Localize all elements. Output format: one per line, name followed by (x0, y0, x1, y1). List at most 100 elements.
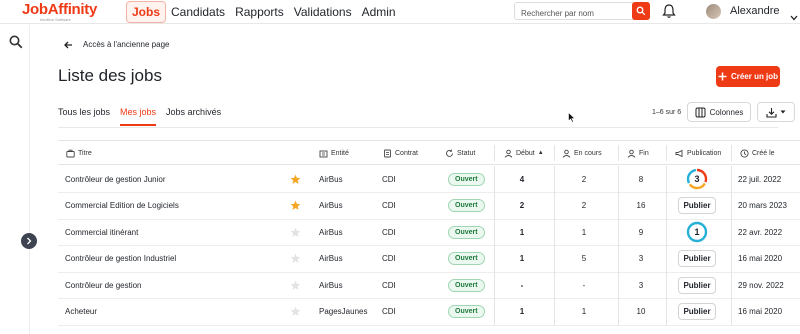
publication-cell: Publier (678, 193, 716, 219)
tab-1[interactable]: Mes jobs (120, 107, 157, 126)
star-filled-icon[interactable] (290, 193, 301, 219)
mouse-cursor-icon (568, 110, 576, 128)
job-title[interactable]: Commercial itinérant (65, 219, 138, 245)
nav-item-candidats[interactable]: Candidats (166, 2, 230, 22)
col-title[interactable]: Titre (66, 141, 92, 165)
columns-icon (695, 107, 706, 117)
back-to-old-page-link[interactable]: Accès à l'ancienne page (64, 40, 169, 49)
start-count[interactable]: 4 (502, 166, 542, 192)
logo-text: JobAffinity (22, 1, 98, 18)
nav-item-jobs[interactable]: Jobs (126, 1, 167, 23)
start-count[interactable]: 1 (502, 246, 542, 272)
table-row[interactable]: Contrôleur de gestion Industriel AirBus CD… (58, 246, 800, 273)
ongoing-count[interactable]: 1 (564, 299, 604, 325)
job-tabs: Tous les jobs Mes jobs Jobs archivés (58, 107, 221, 126)
status-cell: Ouvert (448, 272, 485, 298)
publish-button[interactable]: Publier (678, 303, 716, 320)
table-row[interactable]: Commercial Edition de Logiciels AirBus CDI… (58, 193, 800, 220)
star-outline-icon[interactable] (290, 272, 301, 298)
job-contract: CDI (382, 201, 396, 210)
job-title[interactable]: Commercial Edition de Logiciels (65, 193, 179, 219)
notifications-button[interactable] (662, 3, 676, 24)
col-status[interactable]: Statut (445, 141, 475, 165)
ongoing-count[interactable]: 5 (564, 246, 604, 272)
tab-2[interactable]: Jobs archivés (166, 107, 221, 126)
job-title[interactable]: Contrôleur de gestion (65, 272, 142, 298)
job-title[interactable]: Acheteur (65, 299, 97, 325)
col-created-label: Créé le (752, 149, 775, 157)
nav-item-admin[interactable]: Admin (357, 2, 401, 22)
publication-cell: Publier (678, 246, 716, 272)
star-outline-icon[interactable] (290, 219, 301, 245)
table-row[interactable]: Commercial itinérant AirBus CDI Ouvert 1 1 9 1 2… (58, 219, 800, 246)
table-row[interactable]: Acheteur PagesJaunes CDI Ouvert 1 1 10 Publier 1… (58, 299, 800, 326)
sort-asc-icon[interactable]: ▲ (538, 150, 544, 156)
publish-button[interactable]: Publier (678, 197, 716, 214)
user-avatar[interactable] (706, 4, 721, 19)
nav-item-validations[interactable]: Validations (289, 2, 357, 22)
end-count[interactable]: 9 (621, 219, 661, 245)
column-divider (494, 166, 495, 325)
job-entity: PagesJaunes (319, 307, 368, 316)
create-job-label: Créer un job (730, 72, 779, 81)
expand-sidebar-button[interactable] (21, 233, 37, 249)
publication-cell: 1 (678, 219, 708, 245)
job-entity: AirBus (319, 254, 343, 263)
status-badge: Ouvert (448, 305, 485, 318)
col-created[interactable]: Créé le (740, 141, 775, 165)
user-name[interactable]: Alexandre (730, 5, 780, 17)
job-entity: AirBus (319, 174, 343, 184)
col-end[interactable]: Fin (627, 141, 649, 165)
publication-ring[interactable]: 3 (686, 168, 708, 190)
col-start[interactable]: Début ▲ (504, 141, 544, 165)
job-contract: CDI (382, 254, 396, 263)
ongoing-count[interactable]: 2 (564, 166, 604, 192)
col-ongoing[interactable]: En cours (562, 141, 602, 165)
publish-button[interactable]: Publier (678, 250, 716, 267)
end-count[interactable]: 10 (621, 299, 661, 325)
job-title[interactable]: Contrôleur de gestion Junior (65, 166, 166, 192)
start-count[interactable]: 1 (502, 219, 542, 245)
columns-label: Colonnes (709, 107, 744, 117)
chevron-down-icon[interactable] (790, 8, 798, 26)
main-nav: Jobs Candidats Rapports Validations Admin (126, 1, 401, 23)
publication-ring[interactable]: 1 (686, 221, 708, 243)
job-contract: CDI (382, 307, 396, 316)
end-count[interactable]: 8 (621, 166, 661, 192)
publish-button[interactable]: Publier (678, 276, 716, 294)
end-count[interactable]: 16 (621, 193, 661, 219)
table-row[interactable]: Contrôleur de gestion Junior AirBus CDI Ouv… (58, 166, 800, 193)
start-count[interactable]: - (502, 272, 542, 298)
document-icon (384, 149, 391, 157)
star-outline-icon[interactable] (290, 299, 301, 325)
job-entity: AirBus (319, 201, 343, 210)
job-title[interactable]: Contrôleur de gestion Industriel (65, 246, 176, 272)
columns-button[interactable]: Colonnes (687, 102, 751, 122)
ongoing-count[interactable]: - (564, 272, 604, 298)
ongoing-count[interactable]: 1 (564, 219, 604, 245)
tab-0[interactable]: Tous les jobs (58, 107, 110, 126)
end-count[interactable]: 3 (621, 246, 661, 272)
col-entity[interactable]: Entité (319, 141, 349, 165)
start-count[interactable]: 1 (502, 299, 542, 325)
start-count[interactable]: 2 (502, 193, 542, 219)
col-end-label: Fin (639, 149, 649, 157)
nav-item-rapports[interactable]: Rapports (230, 2, 289, 22)
app-logo[interactable]: JobAffinity Intuition Software (22, 2, 97, 22)
star-outline-icon[interactable] (290, 246, 301, 272)
star-filled-icon[interactable] (290, 166, 301, 192)
create-job-button[interactable]: Créer un job (716, 66, 780, 87)
download-button[interactable] (757, 102, 795, 122)
col-contract[interactable]: Contrat (383, 141, 418, 165)
search-button[interactable] (632, 2, 650, 20)
search-icon[interactable] (9, 35, 23, 54)
col-publication[interactable]: Publication (675, 141, 721, 165)
search-input[interactable] (515, 5, 625, 22)
status-cell: Ouvert (448, 193, 485, 219)
created-date: 20 mars 2023 (738, 201, 787, 210)
ongoing-count[interactable]: 2 (564, 193, 604, 219)
status-cell: Ouvert (448, 219, 485, 245)
job-entity: AirBus (319, 227, 343, 237)
table-row[interactable]: Contrôleur de gestion AirBus CDI Ouvert - -3 P… (58, 272, 800, 299)
end-count[interactable]: 3 (621, 272, 661, 298)
